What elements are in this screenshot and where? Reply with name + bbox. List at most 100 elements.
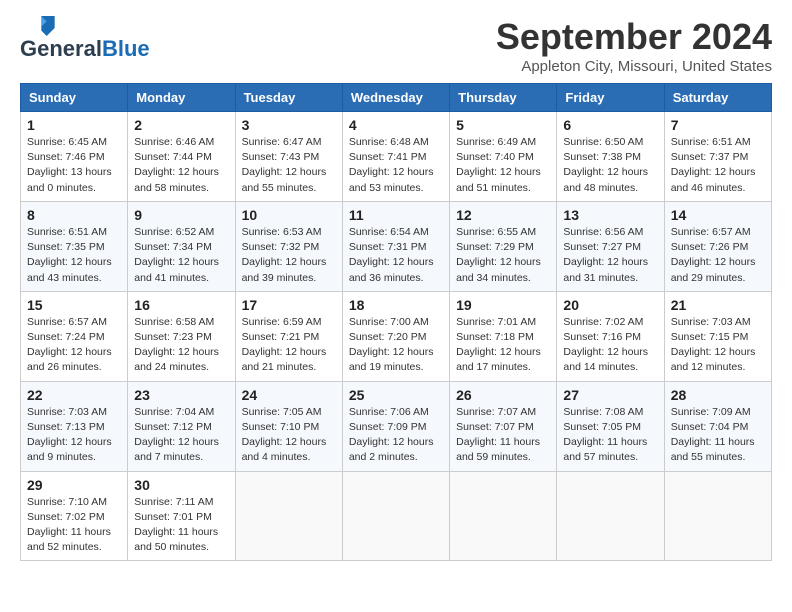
calendar-day-header: Sunday bbox=[21, 84, 128, 112]
calendar-week-row: 29 Sunrise: 7:10 AM Sunset: 7:02 PM Dayli… bbox=[21, 471, 772, 561]
logo: GeneralBlue bbox=[20, 16, 150, 60]
calendar-cell: 26 Sunrise: 7:07 AM Sunset: 7:07 PM Dayli… bbox=[450, 381, 557, 471]
day-info: Sunrise: 7:06 AM Sunset: 7:09 PM Dayligh… bbox=[349, 405, 443, 466]
day-number: 7 bbox=[671, 117, 765, 133]
calendar-cell: 19 Sunrise: 7:01 AM Sunset: 7:18 PM Dayli… bbox=[450, 291, 557, 381]
day-number: 30 bbox=[134, 477, 228, 493]
calendar-cell: 1 Sunrise: 6:45 AM Sunset: 7:46 PM Daylig… bbox=[21, 112, 128, 202]
day-info: Sunrise: 6:54 AM Sunset: 7:31 PM Dayligh… bbox=[349, 225, 443, 286]
day-number: 5 bbox=[456, 117, 550, 133]
calendar-cell: 28Sunrise: 7:09 AM Sunset: 7:04 PM Dayli… bbox=[664, 381, 771, 471]
day-number: 18 bbox=[349, 297, 443, 313]
day-info: Sunrise: 6:55 AM Sunset: 7:29 PM Dayligh… bbox=[456, 225, 550, 286]
calendar-cell: 16 Sunrise: 6:58 AM Sunset: 7:23 PM Dayli… bbox=[128, 291, 235, 381]
day-info: Sunrise: 7:10 AM Sunset: 7:02 PM Dayligh… bbox=[27, 495, 121, 556]
calendar-cell: 15 Sunrise: 6:57 AM Sunset: 7:24 PM Dayli… bbox=[21, 291, 128, 381]
day-number: 3 bbox=[242, 117, 336, 133]
calendar-cell: 5Sunrise: 6:49 AM Sunset: 7:40 PM Daylig… bbox=[450, 112, 557, 202]
day-number: 14 bbox=[671, 207, 765, 223]
day-info: Sunrise: 7:01 AM Sunset: 7:18 PM Dayligh… bbox=[456, 315, 550, 376]
day-info: Sunrise: 7:08 AM Sunset: 7:05 PM Dayligh… bbox=[563, 405, 657, 466]
calendar-cell: 4 Sunrise: 6:48 AM Sunset: 7:41 PM Daylig… bbox=[342, 112, 449, 202]
calendar-day-header: Thursday bbox=[450, 84, 557, 112]
calendar-cell: 18 Sunrise: 7:00 AM Sunset: 7:20 PM Dayli… bbox=[342, 291, 449, 381]
day-number: 16 bbox=[134, 297, 228, 313]
day-info: Sunrise: 6:50 AM Sunset: 7:38 PM Dayligh… bbox=[563, 135, 657, 196]
calendar-cell: 30 Sunrise: 7:11 AM Sunset: 7:01 PM Dayli… bbox=[128, 471, 235, 561]
day-number: 11 bbox=[349, 207, 443, 223]
day-number: 29 bbox=[27, 477, 121, 493]
calendar-week-row: 1 Sunrise: 6:45 AM Sunset: 7:46 PM Daylig… bbox=[21, 112, 772, 202]
day-info: Sunrise: 7:03 AM Sunset: 7:13 PM Dayligh… bbox=[27, 405, 121, 466]
day-info: Sunrise: 6:47 AM Sunset: 7:43 PM Dayligh… bbox=[242, 135, 336, 196]
calendar-cell bbox=[342, 471, 449, 561]
day-info: Sunrise: 7:02 AM Sunset: 7:16 PM Dayligh… bbox=[563, 315, 657, 376]
day-info: Sunrise: 6:53 AM Sunset: 7:32 PM Dayligh… bbox=[242, 225, 336, 286]
calendar-table: SundayMondayTuesdayWednesdayThursdayFrid… bbox=[20, 83, 772, 561]
day-info: Sunrise: 6:51 AM Sunset: 7:35 PM Dayligh… bbox=[27, 225, 121, 286]
day-number: 10 bbox=[242, 207, 336, 223]
day-info: Sunrise: 6:51 AM Sunset: 7:37 PM Dayligh… bbox=[671, 135, 765, 196]
title-area: September 2024 Appleton City, Missouri, … bbox=[496, 16, 772, 75]
day-number: 23 bbox=[134, 387, 228, 403]
page-header: GeneralBlue September 2024 Appleton City… bbox=[20, 16, 772, 75]
calendar-header-row: SundayMondayTuesdayWednesdayThursdayFrid… bbox=[21, 84, 772, 112]
day-info: Sunrise: 6:58 AM Sunset: 7:23 PM Dayligh… bbox=[134, 315, 228, 376]
calendar-cell bbox=[235, 471, 342, 561]
calendar-cell: 14 Sunrise: 6:57 AM Sunset: 7:26 PM Dayli… bbox=[664, 201, 771, 291]
day-number: 15 bbox=[27, 297, 121, 313]
logo-icon bbox=[20, 16, 56, 36]
calendar-cell: 13Sunrise: 6:56 AM Sunset: 7:27 PM Dayli… bbox=[557, 201, 664, 291]
day-number: 17 bbox=[242, 297, 336, 313]
calendar-cell bbox=[664, 471, 771, 561]
day-number: 20 bbox=[563, 297, 657, 313]
day-number: 21 bbox=[671, 297, 765, 313]
calendar-cell: 3 Sunrise: 6:47 AM Sunset: 7:43 PM Daylig… bbox=[235, 112, 342, 202]
day-number: 2 bbox=[134, 117, 228, 133]
day-info: Sunrise: 7:07 AM Sunset: 7:07 PM Dayligh… bbox=[456, 405, 550, 466]
day-number: 12 bbox=[456, 207, 550, 223]
day-number: 8 bbox=[27, 207, 121, 223]
calendar-week-row: 15 Sunrise: 6:57 AM Sunset: 7:24 PM Dayli… bbox=[21, 291, 772, 381]
day-info: Sunrise: 6:57 AM Sunset: 7:24 PM Dayligh… bbox=[27, 315, 121, 376]
calendar-day-header: Tuesday bbox=[235, 84, 342, 112]
calendar-day-header: Wednesday bbox=[342, 84, 449, 112]
day-info: Sunrise: 7:09 AM Sunset: 7:04 PM Dayligh… bbox=[671, 405, 765, 466]
calendar-cell: 27Sunrise: 7:08 AM Sunset: 7:05 PM Dayli… bbox=[557, 381, 664, 471]
day-info: Sunrise: 6:59 AM Sunset: 7:21 PM Dayligh… bbox=[242, 315, 336, 376]
day-info: Sunrise: 6:45 AM Sunset: 7:46 PM Dayligh… bbox=[27, 135, 121, 196]
calendar-day-header: Monday bbox=[128, 84, 235, 112]
day-info: Sunrise: 6:46 AM Sunset: 7:44 PM Dayligh… bbox=[134, 135, 228, 196]
calendar-cell: 21Sunrise: 7:03 AM Sunset: 7:15 PM Dayli… bbox=[664, 291, 771, 381]
calendar-cell: 12 Sunrise: 6:55 AM Sunset: 7:29 PM Dayli… bbox=[450, 201, 557, 291]
day-number: 19 bbox=[456, 297, 550, 313]
calendar-body: 1 Sunrise: 6:45 AM Sunset: 7:46 PM Daylig… bbox=[21, 112, 772, 561]
calendar-cell: 20 Sunrise: 7:02 AM Sunset: 7:16 PM Dayli… bbox=[557, 291, 664, 381]
day-info: Sunrise: 7:00 AM Sunset: 7:20 PM Dayligh… bbox=[349, 315, 443, 376]
calendar-cell: 23Sunrise: 7:04 AM Sunset: 7:12 PM Dayli… bbox=[128, 381, 235, 471]
calendar-cell bbox=[450, 471, 557, 561]
day-number: 26 bbox=[456, 387, 550, 403]
calendar-cell: 24Sunrise: 7:05 AM Sunset: 7:10 PM Dayli… bbox=[235, 381, 342, 471]
logo-text: GeneralBlue bbox=[20, 38, 150, 60]
calendar-cell: 9 Sunrise: 6:52 AM Sunset: 7:34 PM Daylig… bbox=[128, 201, 235, 291]
month-title: September 2024 bbox=[496, 16, 772, 58]
day-info: Sunrise: 6:57 AM Sunset: 7:26 PM Dayligh… bbox=[671, 225, 765, 286]
day-number: 24 bbox=[242, 387, 336, 403]
calendar-cell: 25 Sunrise: 7:06 AM Sunset: 7:09 PM Dayli… bbox=[342, 381, 449, 471]
calendar-cell: 6Sunrise: 6:50 AM Sunset: 7:38 PM Daylig… bbox=[557, 112, 664, 202]
day-number: 4 bbox=[349, 117, 443, 133]
day-info: Sunrise: 6:52 AM Sunset: 7:34 PM Dayligh… bbox=[134, 225, 228, 286]
calendar-cell: 2 Sunrise: 6:46 AM Sunset: 7:44 PM Daylig… bbox=[128, 112, 235, 202]
calendar-cell: 29 Sunrise: 7:10 AM Sunset: 7:02 PM Dayli… bbox=[21, 471, 128, 561]
location-title: Appleton City, Missouri, United States bbox=[496, 58, 772, 75]
calendar-cell: 17 Sunrise: 6:59 AM Sunset: 7:21 PM Dayli… bbox=[235, 291, 342, 381]
calendar-cell: 22Sunrise: 7:03 AM Sunset: 7:13 PM Dayli… bbox=[21, 381, 128, 471]
day-info: Sunrise: 6:56 AM Sunset: 7:27 PM Dayligh… bbox=[563, 225, 657, 286]
day-number: 9 bbox=[134, 207, 228, 223]
calendar-cell: 10 Sunrise: 6:53 AM Sunset: 7:32 PM Dayli… bbox=[235, 201, 342, 291]
day-number: 25 bbox=[349, 387, 443, 403]
day-info: Sunrise: 6:48 AM Sunset: 7:41 PM Dayligh… bbox=[349, 135, 443, 196]
day-info: Sunrise: 7:11 AM Sunset: 7:01 PM Dayligh… bbox=[134, 495, 228, 556]
day-number: 1 bbox=[27, 117, 121, 133]
